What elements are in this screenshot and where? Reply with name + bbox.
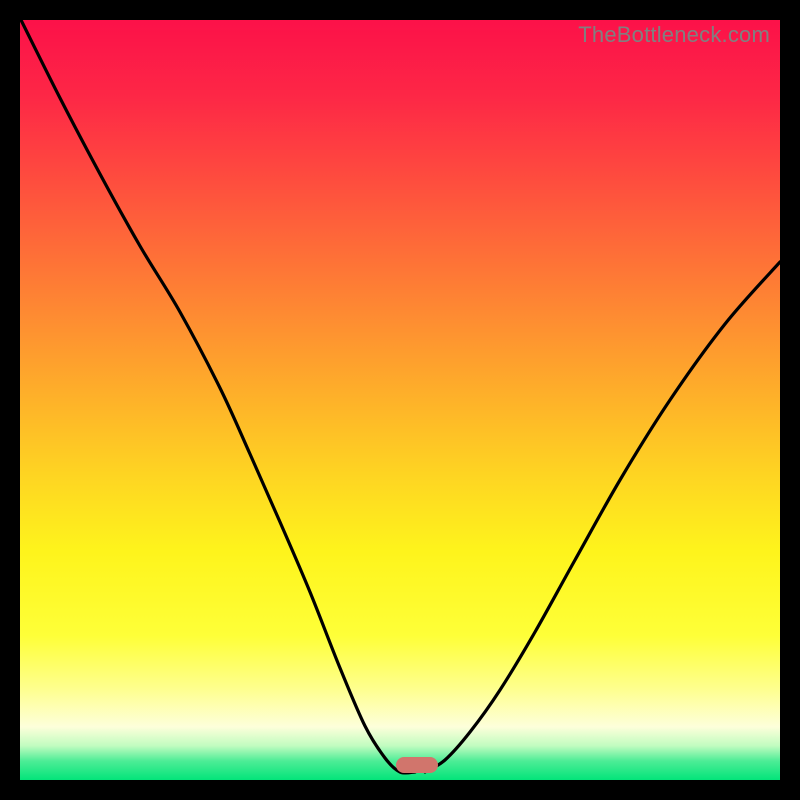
chart-frame: TheBottleneck.com <box>0 0 800 800</box>
watermark-text: TheBottleneck.com <box>578 22 770 48</box>
curve-right-branch <box>425 262 780 772</box>
curve-left-branch <box>20 20 415 773</box>
plot-area: TheBottleneck.com <box>20 20 780 780</box>
bottleneck-curve <box>20 20 780 780</box>
optimal-marker <box>396 757 438 773</box>
